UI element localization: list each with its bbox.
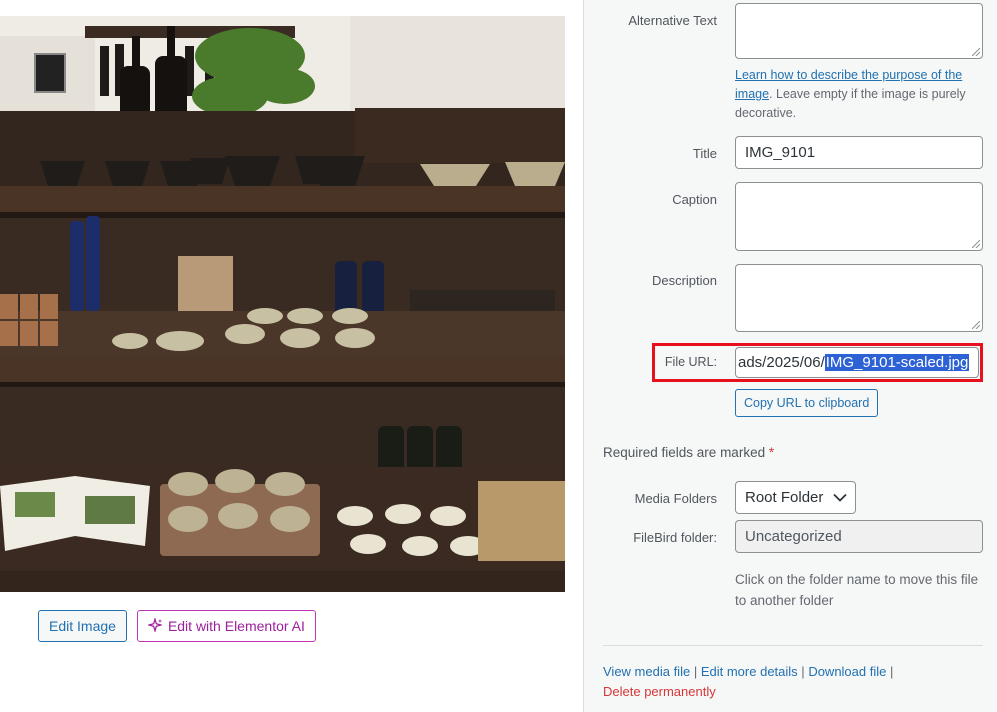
- edit-image-label: Edit Image: [49, 618, 116, 634]
- alt-text-field[interactable]: [735, 3, 983, 59]
- edit-with-elementor-ai-label: Edit with Elementor AI: [167, 618, 305, 634]
- image-actions: Edit Image Edit with Elementor AI: [38, 610, 316, 642]
- view-media-file-link[interactable]: View media file: [603, 664, 690, 679]
- filebird-folder-label: FileBird folder:: [633, 530, 717, 545]
- download-file-link[interactable]: Download file: [808, 664, 886, 679]
- attachment-details-panel: Alternative Text Learn how to describe t…: [583, 0, 997, 712]
- link-separator: |: [889, 664, 894, 679]
- attachment-media-view: Edit Image Edit with Elementor AI: [0, 0, 583, 712]
- file-url-selected-text: IMG_9101-scaled.jpg: [824, 354, 970, 371]
- link-separator: |: [801, 664, 805, 679]
- caption-label: Caption: [672, 192, 717, 207]
- divider: [603, 645, 983, 646]
- delete-permanently-link[interactable]: Delete permanently: [603, 684, 716, 699]
- description-field[interactable]: [735, 264, 983, 332]
- alt-text-help-rest: . Leave empty if the image is purely dec…: [735, 87, 966, 120]
- sparkle-icon: [146, 616, 164, 635]
- attachment-image: [0, 16, 565, 592]
- resize-handle-icon[interactable]: [972, 240, 980, 248]
- title-label: Title: [692, 146, 717, 161]
- required-fields-text: Required fields are marked: [603, 445, 766, 460]
- description-label: Description: [651, 273, 717, 288]
- title-value: IMG_9101: [745, 144, 816, 161]
- resize-handle-icon[interactable]: [972, 48, 980, 56]
- required-fields-note: Required fields are marked *: [603, 445, 774, 460]
- folder-move-note: Click on the folder name to move this fi…: [735, 572, 979, 608]
- media-folders-label: Media Folders: [634, 491, 717, 506]
- copy-url-button[interactable]: Copy URL to clipboard: [735, 389, 879, 417]
- file-url-label: File URL:: [664, 355, 717, 369]
- resize-handle-icon[interactable]: [972, 321, 980, 329]
- chevron-down-icon: [833, 489, 848, 506]
- file-url-prefix: ads/2025/06/: [738, 354, 825, 371]
- edit-with-elementor-ai-button[interactable]: Edit with Elementor AI: [136, 610, 316, 642]
- required-star: *: [768, 445, 775, 460]
- caption-field[interactable]: [735, 182, 983, 251]
- media-folders-value: Root Folder: [745, 489, 824, 506]
- alt-text-help: Learn how to describe the purpose of the…: [735, 66, 985, 123]
- filebird-folder-field[interactable]: Uncategorized: [735, 520, 983, 553]
- edit-more-details-link[interactable]: Edit more details: [701, 664, 798, 679]
- filebird-folder-value: Uncategorized: [745, 528, 842, 545]
- attachment-actions-links: View media file | Edit more details | Do…: [603, 662, 893, 702]
- edit-image-button[interactable]: Edit Image: [38, 610, 127, 642]
- file-url-field[interactable]: ads/2025/06/IMG_9101-scaled.jpg: [735, 347, 979, 378]
- media-folders-select[interactable]: Root Folder: [735, 481, 857, 514]
- title-field[interactable]: IMG_9101: [735, 136, 983, 169]
- link-separator: |: [693, 664, 698, 679]
- alt-text-label: Alternative Text: [628, 13, 717, 28]
